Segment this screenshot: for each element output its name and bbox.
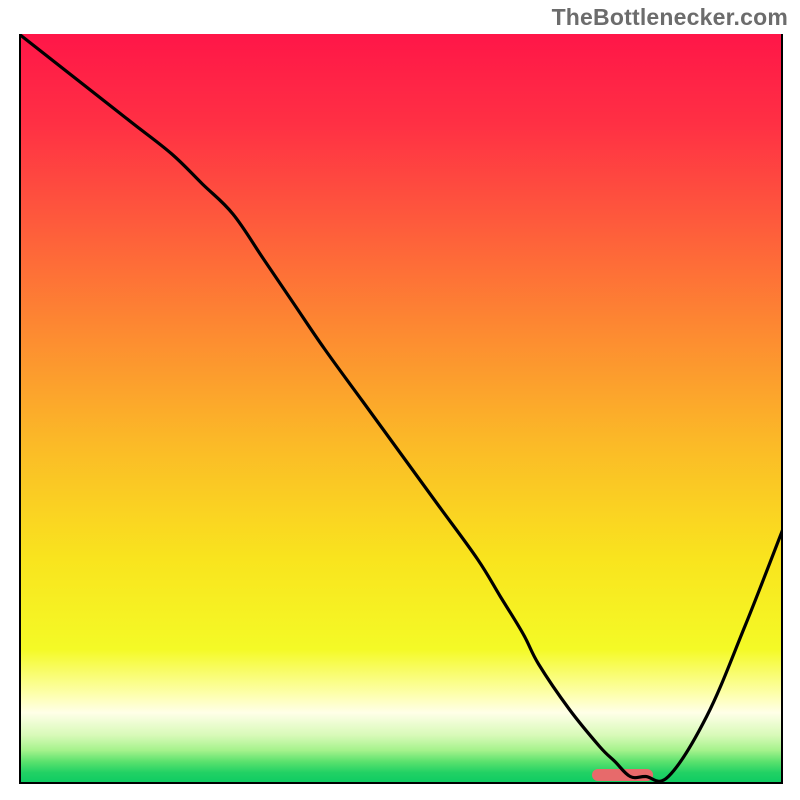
watermark-text: TheBottlenecker.com — [552, 4, 788, 31]
chart-area — [19, 34, 783, 784]
plot-background — [19, 34, 783, 784]
bottleneck-plot-svg — [19, 34, 783, 784]
chart-stage: TheBottlenecker.com — [0, 0, 800, 800]
